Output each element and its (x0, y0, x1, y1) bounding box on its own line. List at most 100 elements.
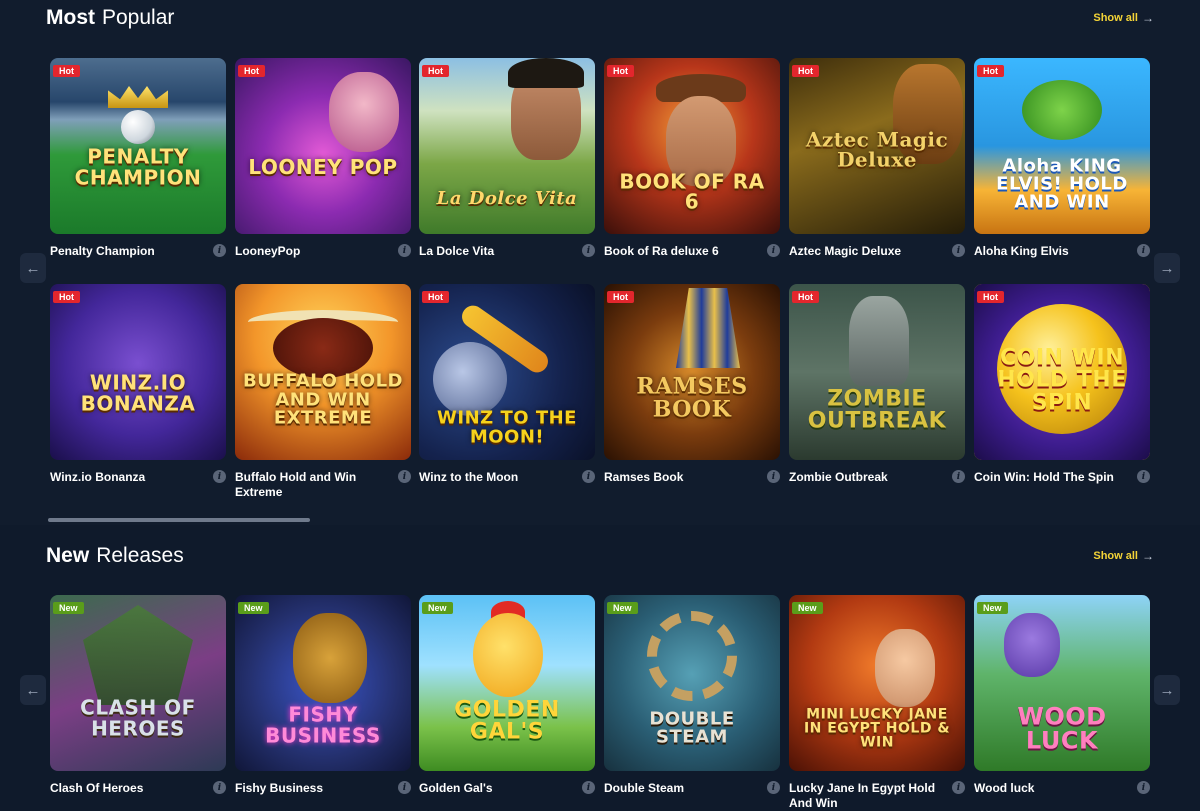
info-icon[interactable]: i (213, 470, 226, 483)
info-icon[interactable]: i (1137, 244, 1150, 257)
game-thumbnail[interactable]: COIN WIN HOLD THE SPIN Hot (974, 284, 1150, 460)
game-thumbnail[interactable]: WOOD LUCK New (974, 595, 1150, 771)
info-icon[interactable]: i (767, 781, 780, 794)
game-thumbnail[interactable]: DOUBLE STEAM New (604, 595, 780, 771)
game-card[interactable]: WINZ TO THE MOON! Hot Winz to the Moon i (419, 284, 595, 484)
game-title[interactable]: Double Steam (604, 781, 754, 796)
game-art-title: Aloha KING ELVIS! HOLD AND WIN (996, 155, 1128, 213)
info-icon[interactable]: i (1137, 781, 1150, 794)
game-card[interactable]: Aloha KING ELVIS! HOLD AND WIN Hot Aloha… (974, 58, 1150, 258)
info-icon[interactable]: i (213, 244, 226, 257)
info-icon[interactable]: i (398, 470, 411, 483)
game-title[interactable]: Winz.io Bonanza (50, 470, 200, 485)
game-card[interactable]: La Dolce Vita Hot La Dolce Vita i (419, 58, 595, 258)
game-title[interactable]: La Dolce Vita (419, 244, 569, 259)
game-card[interactable]: ZOMBIE OUTBREAK Hot Zombie Outbreak i (789, 284, 965, 484)
info-icon[interactable]: i (582, 781, 595, 794)
game-card[interactable]: WINZ.IO BONANZA Hot Winz.io Bonanza i (50, 284, 226, 484)
show-all-link[interactable]: Show all → (1093, 549, 1154, 563)
info-icon[interactable]: i (952, 781, 965, 794)
game-title[interactable]: Clash Of Heroes (50, 781, 200, 796)
game-thumbnail[interactable]: BUFFALO HOLD AND WIN EXTREME (235, 284, 411, 460)
show-all-label: Show all (1093, 12, 1138, 24)
game-card[interactable]: GOLDEN GAL'S New Golden Gal's i (419, 595, 595, 795)
game-title[interactable]: Penalty Champion (50, 244, 200, 259)
game-title[interactable]: Fishy Business (235, 781, 385, 796)
game-thumbnail[interactable]: MINI LUCKY JANE IN EGYPT HOLD & WIN New (789, 595, 965, 771)
game-art-title: DOUBLE STEAM (649, 708, 735, 748)
game-card[interactable]: BUFFALO HOLD AND WIN EXTREME Buffalo Hol… (235, 284, 411, 499)
game-thumbnail[interactable]: WINZ TO THE MOON! Hot (419, 284, 595, 460)
game-thumbnail[interactable]: La Dolce Vita Hot (419, 58, 595, 234)
info-icon[interactable]: i (582, 244, 595, 257)
info-icon[interactable]: i (398, 244, 411, 257)
game-title[interactable]: Lucky Jane In Egypt Hold And Win (789, 781, 939, 811)
new-badge: New (53, 602, 84, 614)
info-icon[interactable]: i (1137, 470, 1150, 483)
info-icon[interactable]: i (952, 244, 965, 257)
info-icon[interactable]: i (767, 244, 780, 257)
game-card[interactable]: BOOK OF RA 6 Hot Book of Ra deluxe 6 i (604, 58, 780, 258)
game-artwork: FISHY BUSINESS (235, 595, 411, 771)
carousel-next-button[interactable]: → (1154, 253, 1180, 283)
info-icon[interactable]: i (213, 781, 226, 794)
info-icon[interactable]: i (582, 470, 595, 483)
section-title: New Releases (46, 544, 184, 568)
info-icon[interactable]: i (398, 781, 411, 794)
game-thumbnail[interactable]: WINZ.IO BONANZA Hot (50, 284, 226, 460)
game-title[interactable]: Ramses Book (604, 470, 754, 485)
info-icon[interactable]: i (767, 470, 780, 483)
game-card[interactable]: MINI LUCKY JANE IN EGYPT HOLD & WIN New … (789, 595, 965, 810)
game-card[interactable]: CLASH OF HEROES New Clash Of Heroes i (50, 595, 226, 795)
game-art-title: WINZ.IO BONANZA (80, 370, 196, 416)
game-thumbnail[interactable]: RAMSES BOOK Hot (604, 284, 780, 460)
game-title[interactable]: Wood luck (974, 781, 1124, 796)
game-art-title: ZOMBIE OUTBREAK (807, 386, 947, 434)
horizontal-scrollbar[interactable] (48, 518, 310, 522)
game-card[interactable]: WOOD LUCK New Wood luck i (974, 595, 1150, 795)
arrow-right-icon: → (1142, 549, 1154, 563)
game-thumbnail[interactable]: PENALTY CHAMPION Hot (50, 58, 226, 234)
game-artwork: ZOMBIE OUTBREAK (789, 284, 965, 460)
game-title[interactable]: Zombie Outbreak (789, 470, 939, 485)
game-title[interactable]: Winz to the Moon (419, 470, 569, 485)
game-title[interactable]: Coin Win: Hold The Spin (974, 470, 1124, 485)
game-thumbnail[interactable]: FISHY BUSINESS New (235, 595, 411, 771)
show-all-link[interactable]: Show all → (1093, 11, 1154, 25)
carousel-prev-button[interactable]: ← (20, 675, 46, 705)
game-card[interactable]: DOUBLE STEAM New Double Steam i (604, 595, 780, 795)
most-popular-section: Most Popular Show all → ← → PENALTY CHAM… (0, 0, 1200, 525)
game-card[interactable]: RAMSES BOOK Hot Ramses Book i (604, 284, 780, 484)
game-art-title: RAMSES BOOK (636, 373, 748, 423)
carousel-prev-button[interactable]: ← (20, 253, 46, 283)
game-title[interactable]: Aztec Magic Deluxe (789, 244, 939, 259)
game-card[interactable]: COIN WIN HOLD THE SPIN Hot Coin Win: Hol… (974, 284, 1150, 484)
game-card[interactable]: LOONEY POP Hot LooneyPop i (235, 58, 411, 258)
game-thumbnail[interactable]: LOONEY POP Hot (235, 58, 411, 234)
hot-badge: Hot (607, 291, 634, 303)
hot-badge: Hot (422, 65, 449, 77)
game-thumbnail[interactable]: GOLDEN GAL'S New (419, 595, 595, 771)
carousel-next-button[interactable]: → (1154, 675, 1180, 705)
section-title-rest: Popular (102, 6, 175, 29)
info-icon[interactable]: i (952, 470, 965, 483)
game-thumbnail[interactable]: CLASH OF HEROES New (50, 595, 226, 771)
game-artwork: CLASH OF HEROES (50, 595, 226, 771)
game-thumbnail[interactable]: BOOK OF RA 6 Hot (604, 58, 780, 234)
game-thumbnail[interactable]: ZOMBIE OUTBREAK Hot (789, 284, 965, 460)
new-badge: New (607, 602, 638, 614)
hot-badge: Hot (53, 65, 80, 77)
game-title[interactable]: Golden Gal's (419, 781, 569, 796)
game-title[interactable]: LooneyPop (235, 244, 385, 259)
game-title[interactable]: Book of Ra deluxe 6 (604, 244, 754, 259)
game-card[interactable]: PENALTY CHAMPION Hot Penalty Champion i (50, 58, 226, 258)
game-artwork: RAMSES BOOK (604, 284, 780, 460)
game-card[interactable]: FISHY BUSINESS New Fishy Business i (235, 595, 411, 795)
game-thumbnail[interactable]: Aztec Magic Deluxe Hot (789, 58, 965, 234)
game-title[interactable]: Aloha King Elvis (974, 244, 1124, 259)
section-title: Most Popular (46, 6, 174, 30)
section-title-bold: New (46, 544, 90, 567)
game-card[interactable]: Aztec Magic Deluxe Hot Aztec Magic Delux… (789, 58, 965, 258)
game-thumbnail[interactable]: Aloha KING ELVIS! HOLD AND WIN Hot (974, 58, 1150, 234)
game-title[interactable]: Buffalo Hold and Win Extreme (235, 470, 385, 500)
